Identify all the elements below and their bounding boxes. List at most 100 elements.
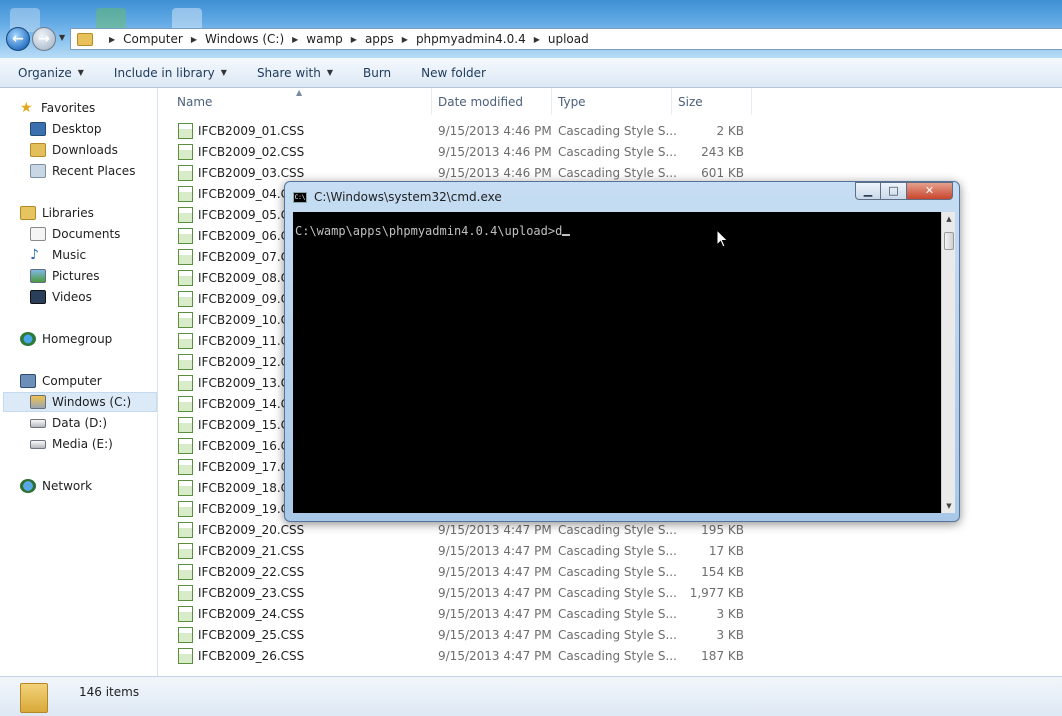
maximize-button[interactable]: □ xyxy=(881,182,907,200)
cmd-title-bar[interactable]: C:\ C:\Windows\system32\cmd.exe xyxy=(293,188,502,206)
breadcrumb-item[interactable]: upload xyxy=(548,32,589,46)
recent-pages-dropdown-icon[interactable]: ▼ xyxy=(59,33,65,42)
address-bar[interactable]: ▶ Computer ▶ Windows (C:) ▶ wamp ▶ apps ▶ phpmyad… xyxy=(70,28,1062,50)
cmd-scrollbar[interactable]: ▲ ▼ xyxy=(941,212,955,513)
file-type: Cascading Style S... xyxy=(558,543,677,558)
drive-icon xyxy=(30,439,46,449)
nav-downloads[interactable]: Downloads xyxy=(30,140,118,160)
file-row[interactable]: IFCB2009_01.CSS 9/15/2013 4:46 PM Cascadin… xyxy=(160,120,760,141)
breadcrumb-separator-icon[interactable]: ▶ xyxy=(534,35,540,44)
breadcrumb-separator-icon[interactable]: ▶ xyxy=(402,35,408,44)
scroll-up-icon[interactable]: ▲ xyxy=(942,212,956,226)
nav-computer[interactable]: Computer xyxy=(20,371,102,391)
file-size: 3 KB xyxy=(716,627,744,642)
file-name: IFCB2009_22.CSS xyxy=(198,564,305,579)
close-button[interactable]: ✕ xyxy=(907,182,953,200)
nav-music[interactable]: ♪ Music xyxy=(30,245,86,265)
css-file-icon xyxy=(178,521,193,538)
css-file-icon xyxy=(178,479,193,496)
nav-videos[interactable]: Videos xyxy=(30,287,92,307)
nav-favorites[interactable]: ★ Favorites xyxy=(20,98,95,118)
css-file-icon xyxy=(178,374,193,391)
scrollbar-thumb[interactable] xyxy=(944,232,954,250)
explorer-title-bar: ← → ▼ ▶ Computer ▶ Windows (C:) ▶ wamp ▶ apps ▶ p… xyxy=(0,0,1062,58)
breadcrumb-separator-icon[interactable]: ▶ xyxy=(191,35,197,44)
file-name: IFCB2009_01.CSS xyxy=(198,123,305,138)
include-in-library-button[interactable]: Include in library ▼ xyxy=(114,66,227,80)
star-icon: ★ xyxy=(20,100,33,116)
file-date: 9/15/2013 4:46 PM xyxy=(438,123,552,138)
documents-icon xyxy=(30,227,46,241)
css-file-icon xyxy=(178,647,193,664)
console-output[interactable]: C:\wamp\apps\phpmyadmin4.0.4\upload>d xyxy=(293,212,941,513)
file-date: 9/15/2013 4:47 PM xyxy=(438,648,552,663)
breadcrumb-item[interactable]: wamp xyxy=(306,32,342,46)
organize-button[interactable]: Organize ▼ xyxy=(18,66,84,80)
nav-network[interactable]: Network xyxy=(20,476,92,496)
file-type: Cascading Style S... xyxy=(558,144,677,159)
file-size: 187 KB xyxy=(701,648,744,663)
column-header-type[interactable]: Type xyxy=(552,88,672,115)
window-controls: ▁ □ ✕ xyxy=(855,182,953,200)
file-type: Cascading Style S... xyxy=(558,627,677,642)
recent-places-icon xyxy=(30,164,46,178)
share-with-button[interactable]: Share with ▼ xyxy=(257,66,333,80)
forward-button[interactable]: → xyxy=(32,27,56,51)
console-prompt-text: C:\wamp\apps\phpmyadmin4.0.4\upload>d xyxy=(295,224,563,238)
new-folder-button[interactable]: New folder xyxy=(421,66,486,80)
file-row[interactable]: IFCB2009_02.CSS 9/15/2013 4:46 PM Cascadin… xyxy=(160,141,760,162)
file-size: 2 KB xyxy=(716,123,744,138)
file-row[interactable]: IFCB2009_24.CSS 9/15/2013 4:47 PM Cascadin… xyxy=(160,603,760,624)
nav-media-e[interactable]: Media (E:) xyxy=(30,434,113,454)
css-file-icon xyxy=(178,290,193,307)
breadcrumb-separator-icon[interactable]: ▶ xyxy=(292,35,298,44)
file-name: IFCB2009_02.CSS xyxy=(198,144,305,159)
back-button[interactable]: ← xyxy=(6,27,30,51)
breadcrumb-separator-icon[interactable]: ▶ xyxy=(109,35,115,44)
file-row[interactable]: IFCB2009_21.CSS 9/15/2013 4:47 PM Cascadin… xyxy=(160,540,760,561)
breadcrumb-item[interactable]: apps xyxy=(365,32,394,46)
file-row[interactable]: IFCB2009_03.CSS 9/15/2013 4:46 PM Cascadin… xyxy=(160,162,760,183)
css-file-icon xyxy=(178,605,193,622)
nav-libraries[interactable]: Libraries xyxy=(20,203,94,223)
nav-desktop[interactable]: Desktop xyxy=(30,119,102,139)
breadcrumb-item[interactable]: Computer xyxy=(123,32,183,46)
nav-pictures[interactable]: Pictures xyxy=(30,266,100,286)
css-file-icon xyxy=(178,500,193,517)
cmd-app-icon: C:\ xyxy=(293,191,307,203)
cmd-title: C:\Windows\system32\cmd.exe xyxy=(314,190,502,204)
pictures-icon xyxy=(30,269,46,283)
item-count: 146 items xyxy=(79,685,140,699)
minimize-button[interactable]: ▁ xyxy=(855,182,881,200)
file-row[interactable]: IFCB2009_23.CSS 9/15/2013 4:47 PM Cascadin… xyxy=(160,582,760,603)
file-name: IFCB2009_24.CSS xyxy=(198,606,305,621)
file-size: 601 KB xyxy=(701,165,744,180)
nav-documents[interactable]: Documents xyxy=(30,224,120,244)
breadcrumb-separator-icon[interactable]: ▶ xyxy=(351,35,357,44)
cmd-window[interactable]: C:\ C:\Windows\system32\cmd.exe ▁ □ ✕ C:… xyxy=(284,181,960,522)
column-header-date-modified[interactable]: Date modified xyxy=(432,88,552,115)
breadcrumb-item[interactable]: phpmyadmin4.0.4 xyxy=(416,32,526,46)
chevron-down-icon: ▼ xyxy=(326,68,333,77)
nav-recent-places[interactable]: Recent Places xyxy=(30,161,135,181)
column-header-size[interactable]: Size xyxy=(672,88,752,115)
breadcrumb-item[interactable]: Windows (C:) xyxy=(205,32,284,46)
css-file-icon xyxy=(178,248,193,265)
file-row[interactable]: IFCB2009_25.CSS 9/15/2013 4:47 PM Cascadin… xyxy=(160,624,760,645)
text-cursor xyxy=(562,234,571,236)
file-date: 9/15/2013 4:46 PM xyxy=(438,165,552,180)
file-row[interactable]: IFCB2009_26.CSS 9/15/2013 4:47 PM Cascadin… xyxy=(160,645,760,666)
scroll-down-icon[interactable]: ▼ xyxy=(942,499,956,513)
nav-homegroup[interactable]: Homegroup xyxy=(20,329,112,349)
file-row[interactable]: IFCB2009_20.CSS 9/15/2013 4:47 PM Cascadin… xyxy=(160,519,760,540)
file-name: IFCB2009_23.CSS xyxy=(198,585,305,600)
drive-icon xyxy=(30,418,46,428)
file-name: IFCB2009_26.CSS xyxy=(198,648,305,663)
css-file-icon xyxy=(178,227,193,244)
burn-button[interactable]: Burn xyxy=(363,66,391,80)
file-row[interactable]: IFCB2009_22.CSS 9/15/2013 4:47 PM Cascadin… xyxy=(160,561,760,582)
css-file-icon xyxy=(178,395,193,412)
nav-windows-c[interactable]: Windows (C:) xyxy=(3,392,157,412)
nav-data-d[interactable]: Data (D:) xyxy=(30,413,107,433)
file-name: IFCB2009_03.CSS xyxy=(198,165,305,180)
